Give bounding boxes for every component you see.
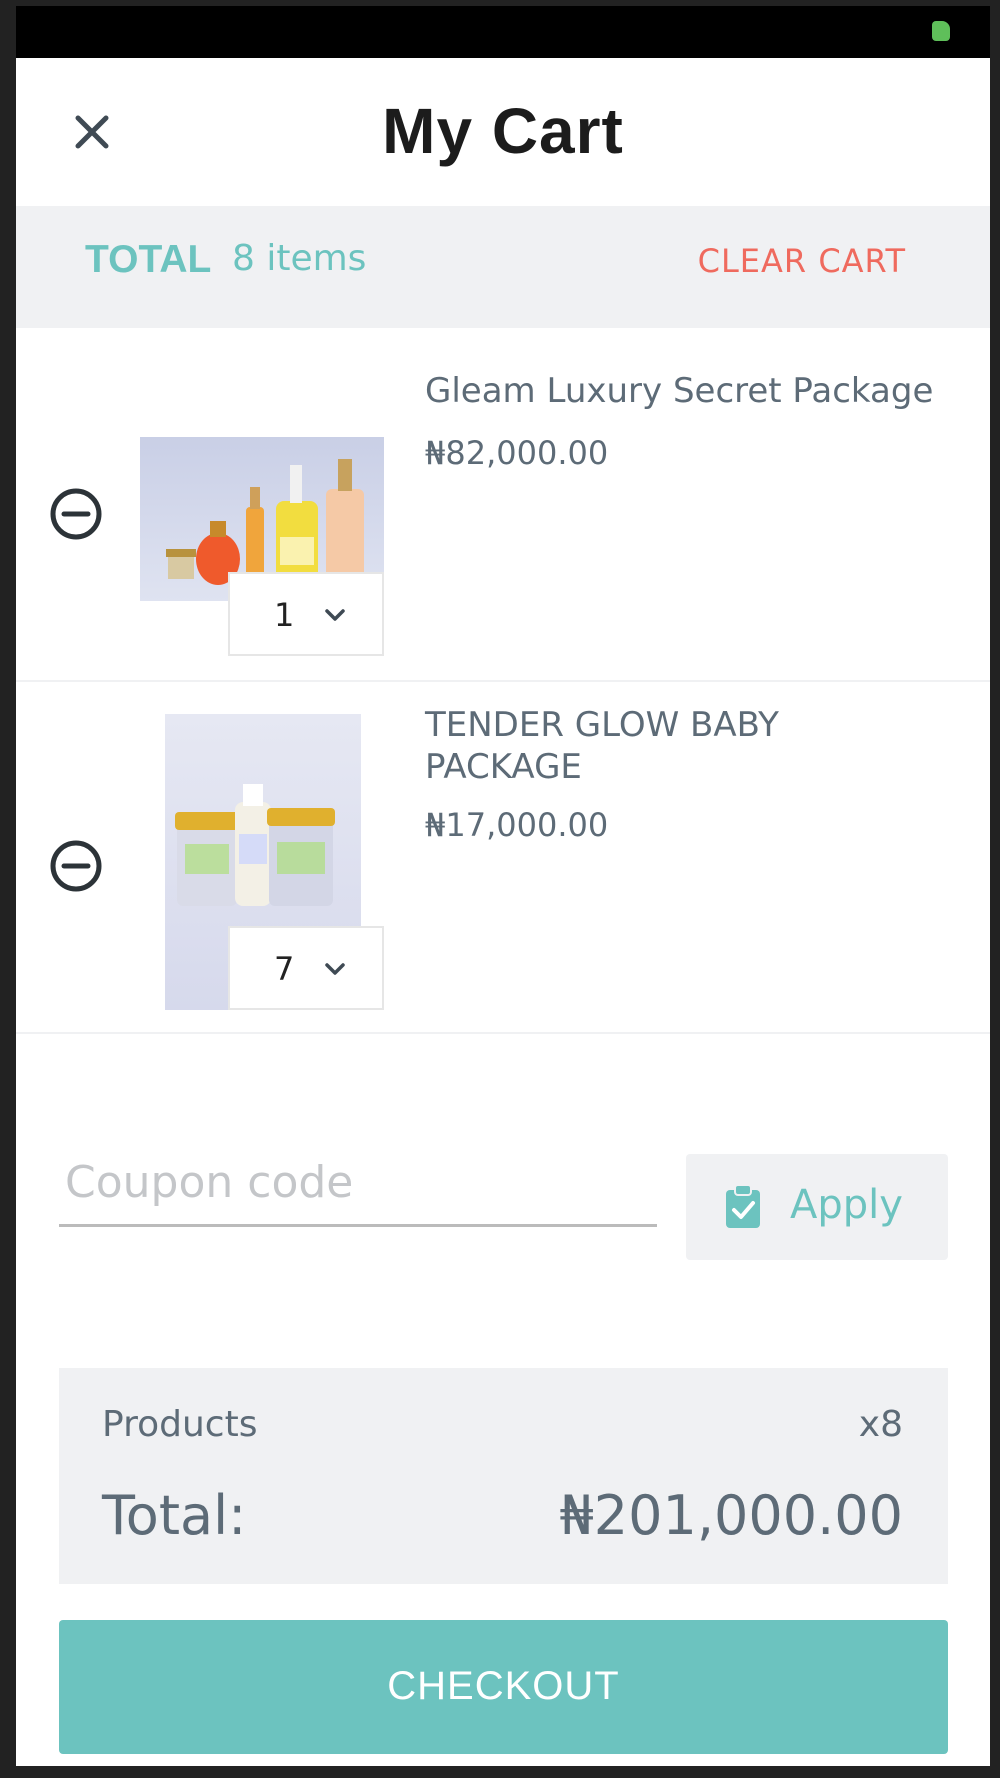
products-label: Products	[102, 1404, 258, 1445]
remove-item-icon[interactable]	[50, 840, 102, 892]
item-name[interactable]: Gleam Luxury Secret Package	[425, 370, 933, 412]
device-frame: My Cart TOTAL 8 items CLEAR CART 1 Gleam…	[0, 0, 1000, 1778]
status-indicator-icon	[932, 21, 950, 41]
item-name[interactable]: TENDER GLOW BABY PACKAGE	[425, 704, 865, 788]
page-title: My Cart	[382, 95, 624, 167]
item-price: ₦17,000.00	[425, 806, 609, 844]
total-label: TOTAL	[85, 238, 212, 281]
quantity-value: 1	[274, 596, 295, 634]
cart-screen: My Cart TOTAL 8 items CLEAR CART 1 Gleam…	[16, 58, 990, 1766]
coupon-code-input[interactable]	[59, 1141, 657, 1227]
quantity-select[interactable]: 7	[228, 926, 384, 1010]
products-count: x8	[858, 1404, 903, 1445]
quantity-select[interactable]: 1	[228, 572, 384, 656]
remove-item-icon[interactable]	[50, 488, 102, 540]
checkout-button[interactable]: CHECKOUT	[59, 1620, 948, 1754]
order-summary: Products x8 Total: ₦201,000.00	[59, 1368, 948, 1584]
total-amount: ₦201,000.00	[559, 1484, 903, 1547]
status-bar	[16, 6, 990, 58]
checkout-label: CHECKOUT	[387, 1664, 620, 1708]
item-price: ₦82,000.00	[425, 434, 609, 472]
apply-coupon-button[interactable]: Apply	[686, 1154, 948, 1260]
header: My Cart	[16, 58, 990, 206]
total-items-count: 8 items	[232, 238, 367, 279]
chevron-down-icon	[325, 963, 345, 975]
chevron-down-icon	[325, 609, 345, 621]
clear-cart-button[interactable]: CLEAR CART	[698, 242, 906, 280]
clipboard-check-icon	[726, 1184, 760, 1228]
quantity-value: 7	[274, 950, 295, 988]
total-bar: TOTAL 8 items CLEAR CART	[16, 206, 990, 328]
apply-label: Apply	[790, 1182, 903, 1228]
cart-item: 7 TENDER GLOW BABY PACKAGE ₦17,000.00	[16, 682, 990, 1034]
cart-item: 1 Gleam Luxury Secret Package ₦82,000.00	[16, 328, 990, 682]
total-label: Total:	[102, 1484, 247, 1547]
